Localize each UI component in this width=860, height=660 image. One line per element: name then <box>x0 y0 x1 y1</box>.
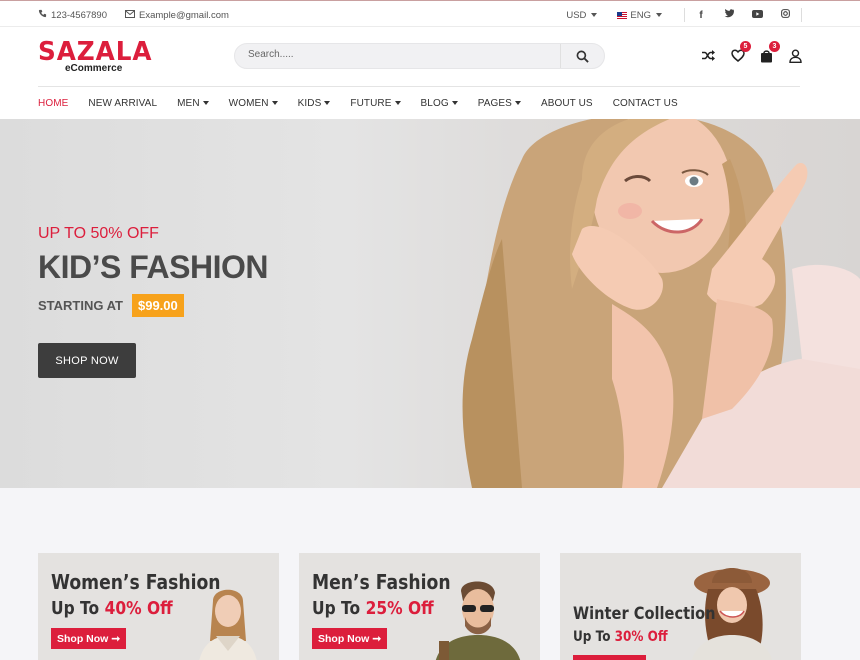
divider <box>801 8 802 22</box>
us-flag-icon <box>617 11 628 19</box>
discount-prefix: Up To <box>573 629 615 645</box>
header-actions: 5 3 <box>700 41 804 64</box>
hero-girl-image <box>462 119 860 488</box>
facebook-icon[interactable]: f <box>687 10 715 21</box>
chevron-down-icon <box>514 101 521 105</box>
wishlist-count-badge: 5 <box>740 41 751 52</box>
nav-item-contact-us[interactable]: CONTACT US <box>613 98 678 109</box>
twitter-icon[interactable] <box>715 9 743 21</box>
main-navigation: HOME NEW ARRIVAL MEN WOMEN KIDS FUTURE B… <box>38 86 800 119</box>
discount-prefix: Up To <box>51 598 105 619</box>
category-card-winter[interactable]: Winter Collection Up To 30% Off <box>560 553 801 660</box>
hero-title: KID’S FASHION <box>38 249 268 285</box>
language-value: ENG <box>630 9 651 21</box>
category-card-women[interactable]: Women’s Fashion Up To 40% Off Shop Now ➞ <box>38 553 279 660</box>
category-discount: Up To 40% Off <box>51 598 173 619</box>
site-logo[interactable]: SAZALA eCommerce <box>38 37 159 74</box>
nav-label: FUTURE <box>350 97 392 109</box>
nav-label: MEN <box>177 97 200 109</box>
instagram-icon[interactable] <box>771 9 799 21</box>
hero-starting-price: STARTING AT $99.00 <box>38 294 184 317</box>
nav-label: BLOG <box>420 97 449 109</box>
nav-label: WOMEN <box>228 97 269 109</box>
search-input[interactable] <box>248 49 548 60</box>
discount-prefix: Up To <box>312 598 366 619</box>
top-bar: 123-4567890 Example@gmail.com USD ENG f <box>0 1 860 27</box>
hero-promo-text: UP TO 50% OFF <box>38 225 159 242</box>
nav-label: NEW ARRIVAL <box>88 97 158 109</box>
divider <box>684 8 685 22</box>
chevron-down-icon <box>271 101 278 105</box>
chevron-down-icon <box>394 101 401 105</box>
category-title: Women’s Fashion <box>51 570 221 594</box>
discount-value: 25% Off <box>365 598 434 619</box>
button-label: Shop Now <box>318 632 370 645</box>
category-discount: Up To 30% Off <box>573 629 668 645</box>
cart-button[interactable]: 3 <box>758 41 780 64</box>
cart-count-badge: 3 <box>769 41 780 52</box>
chevron-down-icon <box>324 101 331 105</box>
category-section: Women’s Fashion Up To 40% Off Shop Now ➞ … <box>0 488 860 660</box>
chevron-down-icon <box>202 101 209 105</box>
nav-item-home[interactable]: HOME <box>38 98 68 109</box>
starting-label: STARTING AT <box>38 298 123 313</box>
user-icon <box>789 48 802 63</box>
nav-label: ABOUT US <box>540 97 593 109</box>
nav-label: KIDS <box>297 97 322 109</box>
brand-name: SAZALA <box>38 37 153 67</box>
shuffle-icon <box>702 50 715 61</box>
phone-number: 123-4567890 <box>51 9 107 21</box>
arrow-right-icon: ➞ <box>372 632 382 645</box>
shop-now-button[interactable]: Shop Now ➞ <box>51 628 127 649</box>
nav-label: CONTACT US <box>612 97 678 109</box>
account-button[interactable] <box>787 47 804 64</box>
language-select[interactable]: ENG <box>617 10 662 21</box>
email-address: Example@gmail.com <box>139 9 229 21</box>
phone-contact[interactable]: 123-4567890 <box>38 9 107 21</box>
chevron-down-icon <box>591 13 598 17</box>
hero-banner: UP TO 50% OFF KID’S FASHION STARTING AT … <box>0 119 860 488</box>
phone-icon <box>38 9 47 21</box>
nav-item-blog[interactable]: BLOG <box>421 98 458 109</box>
category-title: Winter Collection <box>573 604 716 624</box>
social-links: f <box>682 8 804 22</box>
email-contact[interactable]: Example@gmail.com <box>125 9 229 21</box>
nav-label: HOME <box>38 97 69 109</box>
youtube-icon[interactable] <box>743 9 771 21</box>
category-discount: Up To 25% Off <box>312 598 434 619</box>
envelope-icon <box>125 9 135 21</box>
search-bar <box>234 43 605 69</box>
wishlist-button[interactable]: 5 <box>729 41 751 64</box>
category-title: Men’s Fashion <box>312 570 451 594</box>
discount-value: 40% Off <box>104 598 173 619</box>
nav-item-new-arrival[interactable]: NEW ARRIVAL <box>88 98 157 109</box>
search-icon <box>576 50 589 63</box>
currency-value: USD <box>566 9 587 21</box>
compare-button[interactable] <box>700 47 717 64</box>
nav-item-kids[interactable]: KIDS <box>298 98 331 109</box>
shop-now-button[interactable]: Shop Now ➞ <box>312 628 388 649</box>
price-badge: $99.00 <box>131 294 184 317</box>
currency-select[interactable]: USD <box>566 9 598 21</box>
category-card-men[interactable]: Men’s Fashion Up To 25% Off Shop Now ➞ <box>299 553 540 660</box>
contact-info: 123-4567890 Example@gmail.com <box>38 9 229 21</box>
shop-now-button[interactable]: SHOP NOW <box>38 343 136 378</box>
arrow-right-icon: ➞ <box>111 632 121 645</box>
button-label: Shop Now <box>57 632 109 645</box>
nav-item-pages[interactable]: PAGES <box>478 98 521 109</box>
chevron-down-icon <box>451 101 458 105</box>
chevron-down-icon <box>656 13 662 17</box>
nav-item-women[interactable]: WOMEN <box>229 98 278 109</box>
nav-label: PAGES <box>477 97 512 109</box>
discount-value: 30% Off <box>614 629 668 645</box>
search-button[interactable] <box>560 44 604 68</box>
nav-item-about-us[interactable]: ABOUT US <box>541 98 593 109</box>
nav-item-men[interactable]: MEN <box>177 98 209 109</box>
shop-now-button[interactable] <box>573 655 646 660</box>
nav-item-future[interactable]: FUTURE <box>350 97 401 109</box>
